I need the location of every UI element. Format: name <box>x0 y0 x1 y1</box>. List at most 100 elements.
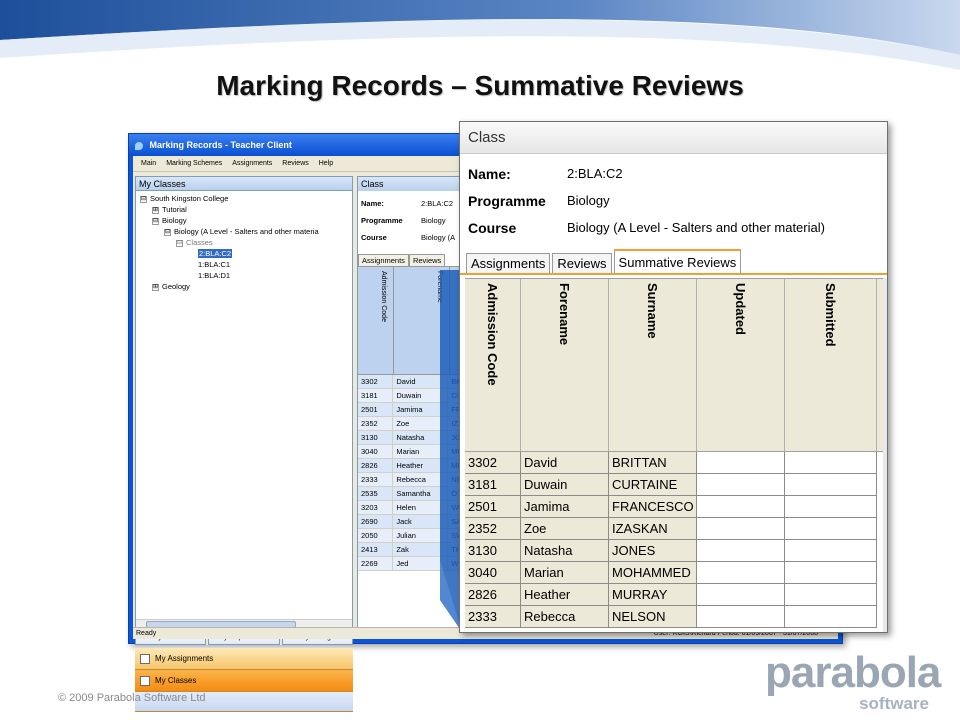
table-cell[interactable] <box>785 540 877 562</box>
expand-icon[interactable]: ⊞ <box>152 283 159 291</box>
table-cell[interactable] <box>697 474 785 496</box>
programme-label: Programme <box>468 192 546 209</box>
course-value: Biology (A Level - Salters and other mat… <box>567 220 825 235</box>
my-classes-band[interactable]: My Classes <box>135 670 353 692</box>
table-row[interactable]: 2333 Rebecca NELSON <box>465 606 887 628</box>
tree-node-tutorial[interactable]: ⊞ Tutorial <box>140 204 348 215</box>
grid-header: Admission Code Forename <box>358 267 466 375</box>
menu-help[interactable]: Help <box>319 156 333 171</box>
table-cell: BRITTAN <box>609 452 697 474</box>
table-cell[interactable] <box>697 540 785 562</box>
table-row[interactable]: 2535 Samantha OT <box>358 487 466 501</box>
table-cell[interactable] <box>785 518 877 540</box>
table-row[interactable]: 2269 Jed WI <box>358 557 466 571</box>
header-swoosh <box>0 0 960 70</box>
table-row[interactable]: 2413 Zak TH <box>358 543 466 557</box>
zoom-class-info: Name: 2:BLA:C2 Programme Biology Course Bio… <box>460 154 887 245</box>
table-cell: NELSON <box>609 606 697 628</box>
table-cell: Marian <box>393 445 449 458</box>
table-cell[interactable] <box>785 496 877 518</box>
tree-node-class-1blad1[interactable]: 1:BLA:D1 <box>140 270 348 281</box>
window-title: Marking Records - Teacher Client <box>149 140 292 150</box>
collapse-icon[interactable]: ⊟ <box>164 228 171 236</box>
column-header-forename[interactable]: Forename <box>521 279 609 451</box>
table-cell: 2826 <box>465 584 521 606</box>
column-header-admission-code[interactable]: Admission Code <box>465 279 521 451</box>
column-header-admission-code[interactable]: Admission Code <box>358 267 394 374</box>
table-cell: 3040 <box>358 445 394 458</box>
table-cell[interactable] <box>697 606 785 628</box>
table-row[interactable]: 2352 Zoe IZASKAN <box>465 518 887 540</box>
menu-reviews[interactable]: Reviews <box>282 156 308 171</box>
table-row[interactable]: 3130 Natasha JO <box>358 431 466 445</box>
table-row[interactable]: 3040 Marian MO <box>358 445 466 459</box>
table-row[interactable]: 2826 Heather MU <box>358 459 466 473</box>
table-row[interactable]: 2352 Zoe IZ <box>358 417 466 431</box>
copyright-footer: © 2009 Parabola Software Ltd <box>58 692 206 704</box>
grid-vertical-scrollbar[interactable] <box>883 278 887 632</box>
my-assignments-band[interactable]: My Assignments <box>135 648 353 670</box>
tab-assignments[interactable]: Assignments <box>466 253 551 273</box>
table-row[interactable]: 2050 Julian SW <box>358 529 466 543</box>
table-row[interactable]: 3302 David BR <box>358 375 466 389</box>
tab-reviews[interactable]: Reviews <box>552 253 612 273</box>
tree-node-biology[interactable]: ⊟ Biology <box>140 215 348 226</box>
table-cell[interactable] <box>697 584 785 606</box>
table-cell[interactable] <box>785 606 877 628</box>
table-row[interactable]: 2333 Rebecca NE <box>358 473 466 487</box>
table-row[interactable]: 2826 Heather MURRAY <box>465 584 887 606</box>
table-cell: 3203 <box>358 501 394 514</box>
table-row[interactable]: 3181 Duwain CU <box>358 389 466 403</box>
column-header-surname[interactable]: Surname <box>609 279 697 451</box>
collapse-icon[interactable]: ⊟ <box>152 217 159 225</box>
tree-node-class-1blac1[interactable]: 1:BLA:C1 <box>140 259 348 270</box>
table-cell: 2690 <box>358 515 394 528</box>
table-row[interactable]: 2690 Jack SA <box>358 515 466 529</box>
table-cell[interactable] <box>785 584 877 606</box>
tree-node-classes[interactable]: ⊟ Classes <box>140 237 348 248</box>
tab-assignments[interactable]: Assignments <box>358 254 409 266</box>
table-row[interactable]: 3040 Marian MOHAMMED <box>465 562 887 584</box>
tree-node-class-2blac2[interactable]: 2:BLA:C2 <box>140 248 348 259</box>
table-cell: 3302 <box>465 452 521 474</box>
menu-assignments[interactable]: Assignments <box>232 156 272 171</box>
table-cell[interactable] <box>785 474 877 496</box>
name-label: Name: <box>468 165 511 182</box>
zoom-tabs: Assignments Reviews Summative Reviews <box>460 249 887 275</box>
table-cell[interactable] <box>785 562 877 584</box>
programme-value: Biology <box>567 193 610 208</box>
tree-node-biology-alevel[interactable]: ⊟ Biology (A Level - Salters and other ma… <box>140 226 348 237</box>
tab-summative-reviews[interactable]: Summative Reviews <box>613 249 742 273</box>
column-header-updated[interactable]: Updated <box>697 279 785 451</box>
table-cell: Zak <box>393 543 449 556</box>
column-header-forename[interactable]: Forename <box>394 267 450 374</box>
table-row[interactable]: 2501 Jamima FR <box>358 403 466 417</box>
tree-node-geology[interactable]: ⊞ Geology <box>140 281 348 292</box>
column-header-submitted[interactable]: Submitted <box>785 279 877 451</box>
table-cell[interactable] <box>697 452 785 474</box>
tree-node-college[interactable]: ⊟ South Kingston College <box>140 193 348 204</box>
table-row[interactable]: 2501 Jamima FRANCESCO <box>465 496 887 518</box>
table-row[interactable]: 3181 Duwain CURTAINE <box>465 474 887 496</box>
parabola-logo: parabola software <box>765 650 941 716</box>
table-row[interactable]: 3302 David BRITTAN <box>465 452 887 474</box>
table-cell: 2535 <box>358 487 394 500</box>
table-cell[interactable] <box>697 518 785 540</box>
menu-marking-schemes[interactable]: Marking Schemes <box>166 156 222 171</box>
menu-main[interactable]: Main <box>141 156 156 171</box>
table-cell: David <box>393 375 449 388</box>
tab-reviews[interactable]: Reviews <box>408 254 446 266</box>
collapse-icon[interactable]: ⊟ <box>176 239 183 247</box>
table-cell[interactable] <box>697 496 785 518</box>
table-cell: MURRAY <box>609 584 697 606</box>
table-row[interactable]: 3203 Helen VA <box>358 501 466 515</box>
table-cell[interactable] <box>697 562 785 584</box>
table-row[interactable]: 3130 Natasha JONES <box>465 540 887 562</box>
slide-title: Marking Records – Summative Reviews <box>216 70 744 101</box>
table-cell[interactable] <box>785 452 877 474</box>
expand-icon[interactable]: ⊞ <box>152 206 159 214</box>
slide: Marking Records – Summative Reviews Mark… <box>0 0 960 720</box>
table-cell: 2501 <box>358 403 394 416</box>
table-cell: Jamima <box>521 496 609 518</box>
collapse-icon[interactable]: ⊟ <box>140 195 147 203</box>
